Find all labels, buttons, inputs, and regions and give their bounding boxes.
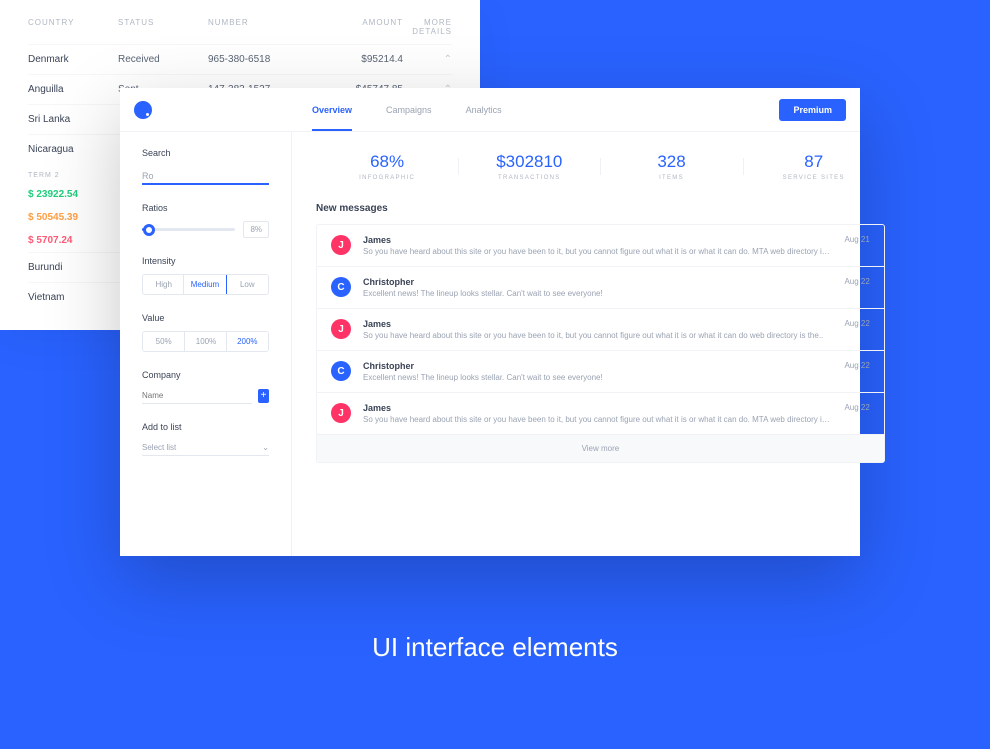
ratios-label: Ratios (142, 203, 269, 213)
messages-title: New messages (316, 203, 885, 214)
add-list-placeholder: Select list (142, 443, 176, 452)
company-input[interactable] (142, 388, 252, 404)
table-row[interactable]: DenmarkReceived965-380-6518$95214.4⌃ (28, 44, 452, 74)
message-text: So you have heard about this site or you… (363, 331, 832, 340)
message-name: James (363, 403, 832, 413)
seg-option-low[interactable]: Low (226, 275, 268, 294)
message-date: Aug 22 (844, 403, 869, 412)
message-name: Christopher (363, 361, 832, 371)
ratios-percent: 8% (243, 221, 269, 238)
view-more-button[interactable]: View more (317, 434, 884, 462)
stat: 87 Service Sites (743, 152, 885, 181)
seg-option-high[interactable]: High (143, 275, 184, 294)
seg-option-100pct[interactable]: 100% (184, 332, 226, 351)
intensity-label: Intensity (142, 256, 269, 266)
stat-value: 328 (600, 152, 742, 172)
avatar: J (331, 403, 351, 423)
stat-label: Infographic (316, 175, 458, 181)
sidebar: Search Ratios 8% Intensity HighMediumLow (120, 132, 292, 556)
stat-label: Items (600, 175, 742, 181)
tab-overview[interactable]: Overview (312, 89, 352, 131)
message-text: So you have heard about this site or you… (363, 415, 832, 424)
premium-button[interactable]: Premium (779, 99, 846, 121)
value-segment: 50%100%200% (142, 331, 269, 352)
slider-thumb[interactable] (143, 224, 155, 236)
stat-value: $302810 (458, 152, 600, 172)
stat-label: Transactions (458, 175, 600, 181)
avatar: C (331, 277, 351, 297)
stat-value: 87 (743, 152, 885, 172)
avatar: J (331, 319, 351, 339)
message-text: So you have heard about this site or you… (363, 247, 832, 256)
add-list-label: Add to list (142, 422, 269, 432)
message-date: Aug 22 (844, 277, 869, 286)
message-text: Excellent news! The lineup looks stellar… (363, 373, 832, 382)
stats-row: 68% Infographic$302810 Transactions328 Item… (316, 152, 885, 181)
message-date: Aug 22 (844, 319, 869, 328)
message-name: James (363, 235, 832, 245)
tab-campaigns[interactable]: Campaigns (386, 89, 432, 131)
intensity-segment: HighMediumLow (142, 274, 269, 295)
avatar: J (331, 235, 351, 255)
message-date: Aug 21 (844, 235, 869, 244)
message-date: Aug 22 (844, 361, 869, 370)
company-label: Company (142, 370, 269, 380)
main-dashboard-card: Overview Campaigns Analytics Premium Searc… (120, 88, 860, 556)
bg-header-country: Country (28, 18, 118, 36)
message-name: James (363, 319, 832, 329)
bg-header-number: Number (208, 18, 323, 36)
caption-light: UI (372, 632, 405, 662)
tab-analytics[interactable]: Analytics (466, 89, 502, 131)
stat: $302810 Transactions (458, 152, 600, 181)
bg-header-amount: Amount (323, 18, 403, 36)
topbar: Overview Campaigns Analytics Premium (120, 88, 860, 132)
seg-option-50pct[interactable]: 50% (143, 332, 184, 351)
caption: UI interface elements (0, 632, 990, 663)
value-label: Value (142, 313, 269, 323)
search-input[interactable] (142, 169, 269, 185)
add-company-button[interactable]: + (258, 389, 269, 403)
message-item[interactable]: J James So you have heard about this site … (317, 225, 884, 266)
message-text: Excellent news! The lineup looks stellar… (363, 289, 832, 298)
chevron-down-icon: ⌄ (262, 443, 269, 452)
ratios-slider[interactable] (142, 228, 235, 231)
message-item[interactable]: C Christopher Excellent news! The lineup l… (317, 266, 884, 308)
logo-icon[interactable] (134, 101, 152, 119)
tab-list: Overview Campaigns Analytics (312, 89, 502, 131)
add-list-select[interactable]: Select list ⌄ (142, 440, 269, 456)
message-item[interactable]: J James So you have heard about this site … (317, 392, 884, 434)
bg-table-header: Country Status Number Amount More Detail… (28, 18, 452, 44)
main-content: 68% Infographic$302810 Transactions328 Item… (292, 132, 909, 556)
stat: 328 Items (600, 152, 742, 181)
stat: 68% Infographic (316, 152, 458, 181)
caption-bold: interface elements (405, 632, 617, 662)
message-item[interactable]: C Christopher Excellent news! The lineup l… (317, 350, 884, 392)
stat-value: 68% (316, 152, 458, 172)
message-name: Christopher (363, 277, 832, 287)
bg-header-status: Status (118, 18, 208, 36)
seg-option-200pct[interactable]: 200% (226, 331, 269, 352)
message-item[interactable]: J James So you have heard about this site … (317, 308, 884, 350)
avatar: C (331, 361, 351, 381)
search-label: Search (142, 148, 269, 158)
chevron-up-icon[interactable]: ⌃ (444, 54, 452, 65)
bg-header-details: More Details (403, 18, 452, 36)
seg-option-medium[interactable]: Medium (183, 274, 226, 295)
message-list: J James So you have heard about this site … (316, 224, 885, 463)
stat-label: Service Sites (743, 175, 885, 181)
